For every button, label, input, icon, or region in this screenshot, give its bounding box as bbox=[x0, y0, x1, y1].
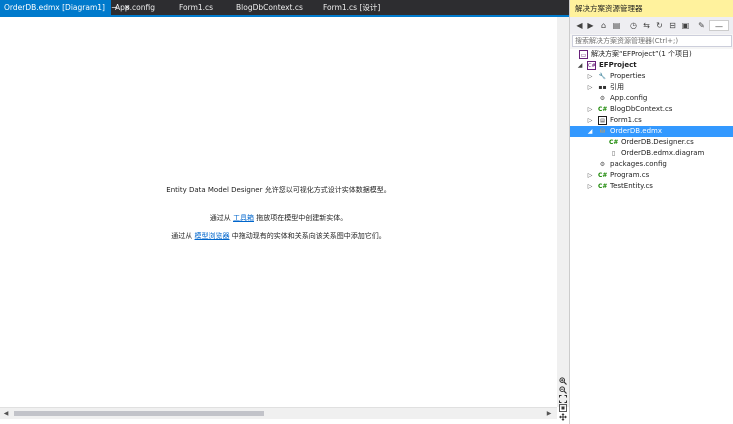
expanded-icon[interactable]: ◢ bbox=[587, 126, 593, 137]
tab-label: BlogDbContext.cs bbox=[236, 3, 303, 12]
refresh-icon[interactable]: ↻ bbox=[654, 20, 665, 31]
tree-item-label: Properties bbox=[610, 72, 646, 80]
zoom-out-icon[interactable] bbox=[559, 386, 567, 394]
toolbox-link[interactable]: 工具箱 bbox=[233, 214, 254, 222]
back-icon[interactable]: ◀ bbox=[574, 20, 585, 31]
tree-item-label: EFProject bbox=[599, 61, 637, 69]
horizontal-scroll-thumb[interactable] bbox=[14, 411, 264, 416]
panel-title: 解决方案资源管理器 bbox=[570, 0, 733, 17]
properties-icon[interactable]: ✎ bbox=[696, 20, 707, 31]
tree-item-orderdb-edmx[interactable]: ◢ ⛁ OrderDB.edmx bbox=[570, 126, 733, 137]
move-icon[interactable] bbox=[559, 413, 567, 421]
zoom-toolbar bbox=[557, 377, 569, 422]
csharp-file-icon: C# bbox=[609, 139, 619, 146]
tree-item-label: packages.config bbox=[610, 160, 667, 168]
model-browser-link[interactable]: 模型浏览器 bbox=[195, 232, 230, 240]
search-input[interactable]: 搜索解决方案资源管理器(Ctrl+;) bbox=[572, 35, 732, 47]
tree-item-label: Program.cs bbox=[610, 171, 650, 179]
collapsed-icon[interactable]: ▷ bbox=[587, 181, 593, 192]
csharp-project-icon: C# bbox=[587, 61, 596, 70]
expanded-icon[interactable]: ◢ bbox=[577, 60, 583, 71]
tree-item-program[interactable]: ▷ C# Program.cs bbox=[570, 170, 733, 181]
collapsed-icon[interactable]: ▷ bbox=[587, 82, 593, 93]
tab-form1-cs[interactable]: Form1.cs bbox=[175, 0, 217, 15]
zoom-100-icon[interactable] bbox=[559, 404, 567, 412]
tree-item-packages-config[interactable]: ⚙ packages.config bbox=[570, 159, 733, 170]
tree-item-label: OrderDB.edmx bbox=[610, 127, 663, 135]
edmx-icon: ⛁ bbox=[599, 128, 606, 135]
tree-item-orderdb-designer[interactable]: C# OrderDB.Designer.cs bbox=[570, 137, 733, 148]
tab-app-config[interactable]: App.config bbox=[111, 0, 159, 15]
tree-item-label: OrderDB.edmx.diagram bbox=[621, 149, 705, 157]
collapse-icon[interactable]: ⊟ bbox=[667, 20, 678, 31]
solution-explorer: 解决方案资源管理器 ◀ ▶ ⌂ ▤ ◷ ⇆ ↻ ⊟ ▣ ✎ — 搜索解决方案资源… bbox=[569, 0, 733, 424]
tab-label: App.config bbox=[115, 3, 155, 12]
horizontal-scrollbar[interactable]: ◀ ▶ bbox=[0, 407, 557, 419]
designer-canvas[interactable]: Entity Data Model Designer 允许您以可视化方式设计实体… bbox=[0, 17, 557, 407]
zoom-to-fit-icon[interactable] bbox=[559, 395, 567, 403]
config-icon: ⚙ bbox=[599, 161, 606, 168]
wrench-icon: 🔧 bbox=[598, 73, 607, 80]
pending-changes-icon[interactable]: ◷ bbox=[628, 20, 639, 31]
tree-item-label: BlogDbContext.cs bbox=[610, 105, 673, 113]
scroll-left-icon[interactable]: ◀ bbox=[2, 409, 10, 418]
hint-prefix: 通过从 bbox=[171, 232, 195, 240]
zoom-in-icon[interactable] bbox=[559, 377, 567, 385]
csharp-file-icon: C# bbox=[598, 172, 608, 179]
vertical-scrollbar[interactable] bbox=[557, 17, 569, 407]
tree-item-project[interactable]: ◢ C# EFProject bbox=[570, 60, 733, 71]
collapsed-icon[interactable]: ▷ bbox=[587, 170, 593, 181]
csharp-file-icon: C# bbox=[598, 183, 608, 190]
designer-toolbox-hint: 通过从 工具箱 拖放项在模型中创建新实体。 bbox=[0, 213, 557, 223]
tree-item-label: TestEntity.cs bbox=[610, 182, 653, 190]
scroll-right-icon[interactable]: ▶ bbox=[545, 409, 553, 418]
references-icon: ▪▪ bbox=[598, 84, 607, 91]
collapsed-icon[interactable]: ▷ bbox=[587, 104, 593, 115]
tree-item-orderdb-diagram[interactable]: ▯ OrderDB.edmx.diagram bbox=[570, 148, 733, 159]
switch-views-icon[interactable]: ▤ bbox=[611, 20, 622, 31]
document-tab-strip: OrderDB.edmx [Diagram1] ⊸ ✕ App.config F… bbox=[0, 0, 569, 17]
solution-explorer-toolbar: ◀ ▶ ⌂ ▤ ◷ ⇆ ↻ ⊟ ▣ ✎ — bbox=[570, 17, 733, 34]
hint-suffix: 拖放项在模型中创建新实体。 bbox=[254, 214, 348, 222]
hint-suffix: 中拖动现有的实体和关系向该关系图中添加它们。 bbox=[229, 232, 386, 240]
forward-icon[interactable]: ▶ bbox=[585, 20, 596, 31]
tab-label: Form1.cs bbox=[179, 3, 214, 12]
csharp-file-icon: C# bbox=[598, 106, 608, 113]
solution-icon: ▭ bbox=[579, 50, 588, 59]
tree-item-label: 解决方案“EFProject”(1 个项目) bbox=[591, 50, 692, 58]
tree-item-label: OrderDB.Designer.cs bbox=[621, 138, 694, 146]
tree-item-properties[interactable]: ▷ 🔧 Properties bbox=[570, 71, 733, 82]
config-icon: ⚙ bbox=[599, 95, 606, 102]
home-icon[interactable]: ⌂ bbox=[598, 20, 609, 31]
tab-orderdb-edmx[interactable]: OrderDB.edmx [Diagram1] ⊸ ✕ bbox=[0, 0, 130, 15]
tree-item-app-config[interactable]: ⚙ App.config bbox=[570, 93, 733, 104]
tab-blogdbcontext-cs[interactable]: BlogDbContext.cs bbox=[232, 0, 307, 15]
diagram-file-icon: ▯ bbox=[611, 150, 616, 157]
tree-item-references[interactable]: ▷ ▪▪ 引用 bbox=[570, 82, 733, 93]
tab-label: Form1.cs [设计] bbox=[323, 3, 381, 12]
tab-form1-design[interactable]: Form1.cs [设计] bbox=[319, 0, 384, 15]
tree-item-label: Form1.cs bbox=[610, 116, 642, 124]
solution-tree: ▭ 解决方案“EFProject”(1 个项目) ◢ C# EFProject … bbox=[570, 49, 733, 424]
tree-item-testentity[interactable]: ▷ C# TestEntity.cs bbox=[570, 181, 733, 192]
tree-item-blogdbcontext[interactable]: ▷ C# BlogDbContext.cs bbox=[570, 104, 733, 115]
collapsed-icon[interactable]: ▷ bbox=[587, 71, 593, 82]
hint-prefix: 通过从 bbox=[209, 214, 233, 222]
form-icon: ▤ bbox=[598, 116, 607, 125]
designer-intro-text: Entity Data Model Designer 允许您以可视化方式设计实体… bbox=[166, 186, 391, 194]
tab-label: OrderDB.edmx [Diagram1] bbox=[4, 3, 105, 12]
tree-item-label: App.config bbox=[610, 94, 648, 102]
preview-icon[interactable]: — bbox=[709, 20, 729, 31]
tree-item-solution[interactable]: ▭ 解决方案“EFProject”(1 个项目) bbox=[570, 49, 733, 60]
sync-icon[interactable]: ⇆ bbox=[641, 20, 652, 31]
show-all-icon[interactable]: ▣ bbox=[680, 20, 691, 31]
designer-browser-hint: 通过从 模型浏览器 中拖动现有的实体和关系向该关系图中添加它们。 bbox=[0, 231, 557, 241]
collapsed-icon[interactable]: ▷ bbox=[587, 115, 593, 126]
tree-item-label: 引用 bbox=[610, 83, 624, 91]
tree-item-form1[interactable]: ▷ ▤ Form1.cs bbox=[570, 115, 733, 126]
